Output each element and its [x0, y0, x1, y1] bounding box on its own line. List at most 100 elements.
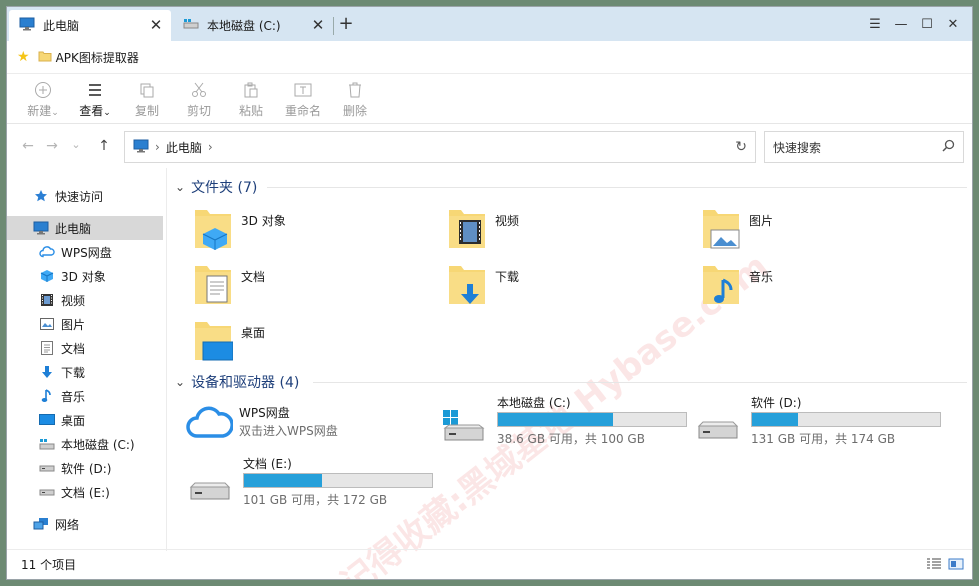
up-button[interactable]: ↑: [95, 138, 113, 154]
ribbon-label: 复制: [134, 104, 159, 118]
computer-icon: [33, 220, 49, 236]
address-bar[interactable]: › 此电脑 › ↻: [124, 131, 756, 163]
group-divider: [267, 187, 967, 188]
cut-button[interactable]: 剪切: [177, 80, 221, 119]
group-header-folders[interactable]: ⌄ 文件夹 (7): [175, 176, 257, 198]
search-input[interactable]: 快速搜索: [764, 131, 964, 163]
refresh-icon[interactable]: ↻: [735, 139, 747, 155]
folder-name: 视频: [495, 214, 520, 228]
sidebar-item-documents[interactable]: 文档: [7, 336, 163, 360]
search-icon[interactable]: [942, 139, 955, 156]
favorite-item-apk[interactable]: APK图标提取器: [56, 49, 139, 66]
sidebar-item-this-pc[interactable]: 此电脑: [7, 216, 163, 240]
tab-label: 此电脑: [43, 19, 80, 33]
details-view-icon[interactable]: [926, 557, 942, 571]
breadcrumb-separator[interactable]: ›: [208, 140, 213, 154]
drive-usage-fill: [244, 474, 322, 487]
drive-usage-fill: [498, 413, 614, 426]
view-button[interactable]: 查看⌄: [73, 80, 117, 119]
forward-button[interactable]: →: [43, 138, 61, 154]
drive-usage-bar: [497, 412, 687, 427]
new-button[interactable]: 新建⌄: [21, 80, 65, 119]
folder-video-icon: [447, 206, 487, 253]
drive-name: 文档 (E:): [243, 457, 292, 471]
cube-icon: [39, 268, 55, 284]
breadcrumb-this-pc[interactable]: 此电脑: [166, 139, 202, 156]
sidebar-item-quick-access[interactable]: 快速访问: [7, 184, 163, 208]
sidebar-item-desktop[interactable]: 桌面: [7, 408, 163, 432]
drive-item-software-d[interactable]: 软件 (D:) 131 GB 可用，共 174 GB: [695, 394, 945, 446]
group-divider: [313, 382, 967, 383]
sidebar-item-label: 此电脑: [55, 221, 92, 236]
sidebar-item-label: 本地磁盘 (C:): [61, 437, 135, 452]
sidebar-item-software-d[interactable]: 软件 (D:): [7, 456, 163, 480]
folder-item-pictures[interactable]: 图片: [701, 206, 773, 253]
sidebar-item-music[interactable]: 音乐: [7, 384, 163, 408]
drive-item-documents-e[interactable]: 文档 (E:) 101 GB 可用，共 172 GB: [187, 455, 437, 507]
copy-icon: [125, 80, 169, 100]
tab-this-pc[interactable]: 此电脑 ✕: [9, 10, 171, 41]
tab-close-icon[interactable]: ✕: [147, 16, 165, 34]
drive-item-local-disk-c[interactable]: 本地磁盘 (C:) 38.6 GB 可用，共 100 GB: [441, 394, 691, 446]
hard-drive-icon: [187, 469, 233, 506]
large-icons-view-icon[interactable]: [948, 557, 964, 571]
ribbon-label: 重命名: [284, 104, 321, 118]
download-icon: [39, 364, 55, 380]
drive-icon: [39, 484, 55, 500]
drive-item-wps-cloud[interactable]: WPS网盘 双击进入WPS网盘: [185, 402, 425, 446]
sidebar-item-label: 图片: [61, 317, 86, 332]
folder-item-downloads[interactable]: 下载: [447, 262, 519, 309]
close-button[interactable]: ✕: [940, 14, 966, 34]
sidebar-item-3d-objects[interactable]: 3D 对象: [7, 264, 163, 288]
delete-button[interactable]: 删除: [333, 80, 377, 119]
delete-icon: [333, 80, 377, 100]
sidebar-item-local-disk-c[interactable]: 本地磁盘 (C:): [7, 432, 163, 456]
paste-icon: [229, 80, 273, 100]
folder-item-videos[interactable]: 视频: [447, 206, 519, 253]
folder-item-desktop[interactable]: 桌面: [193, 318, 265, 365]
desktop-icon: [39, 412, 55, 428]
new-icon: [21, 80, 65, 100]
recent-locations-button[interactable]: ⌄: [67, 138, 85, 151]
explorer-window: 此电脑 ✕ 本地磁盘 (C:) ✕ + ☰ — ☐ ✕ ★ APK图标提取器 新…: [6, 6, 973, 580]
favorites-bar: ★ APK图标提取器: [7, 41, 972, 74]
folder-item-music[interactable]: 音乐: [701, 262, 773, 309]
star-icon[interactable]: ★: [17, 49, 30, 65]
copy-button[interactable]: 复制: [125, 80, 169, 119]
tab-close-icon[interactable]: ✕: [309, 16, 327, 34]
tab-local-disk-c[interactable]: 本地磁盘 (C:) ✕: [173, 10, 333, 41]
sidebar-item-documents-e[interactable]: 文档 (E:): [7, 480, 163, 504]
sidebar-item-network[interactable]: 网络: [7, 512, 163, 536]
folder-name: 桌面: [241, 326, 266, 340]
folder-item-3d-objects[interactable]: 3D 对象: [193, 206, 286, 253]
maximize-button[interactable]: ☐: [914, 14, 940, 34]
sidebar-item-pictures[interactable]: 图片: [7, 312, 163, 336]
system-drive-icon: [441, 408, 487, 445]
drive-icon: [39, 460, 55, 476]
drive-icon: [39, 436, 55, 452]
folder-item-documents[interactable]: 文档: [193, 262, 265, 309]
folder-downloads-icon: [447, 262, 487, 309]
new-tab-button[interactable]: +: [337, 15, 355, 33]
ribbon-label: 新建: [27, 104, 52, 118]
view-switcher: [926, 557, 964, 571]
back-button[interactable]: ←: [19, 138, 37, 154]
content-pane: 记得收藏:黑域基地 Hybase.com ⌄ 文件夹 (7) 3D 对象 视频 …: [166, 168, 972, 579]
chevron-down-icon: ⌄: [175, 180, 186, 194]
tab-separator: [333, 17, 334, 35]
sidebar-item-downloads[interactable]: 下载: [7, 360, 163, 384]
sidebar-item-label: 音乐: [61, 389, 86, 404]
sidebar-item-videos[interactable]: 视频: [7, 288, 163, 312]
ribbon-label: 粘贴: [238, 104, 263, 118]
menu-icon[interactable]: ☰: [862, 14, 888, 34]
rename-button[interactable]: 重命名: [281, 80, 325, 119]
paste-button[interactable]: 粘贴: [229, 80, 273, 119]
cloud-drive-icon: [185, 404, 234, 443]
sidebar-item-label: WPS网盘: [61, 245, 112, 260]
group-header-devices[interactable]: ⌄ 设备和驱动器 (4): [175, 371, 299, 393]
minimize-button[interactable]: —: [888, 14, 914, 34]
folder-name: 音乐: [749, 270, 774, 284]
breadcrumb-separator[interactable]: ›: [155, 140, 160, 154]
folder-name: 文档: [241, 270, 266, 284]
sidebar-item-wps-cloud[interactable]: WPS网盘: [7, 240, 163, 264]
